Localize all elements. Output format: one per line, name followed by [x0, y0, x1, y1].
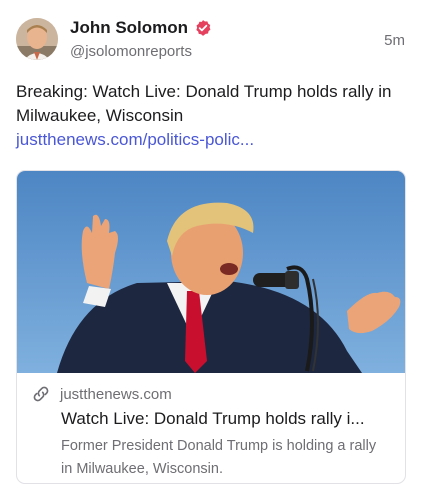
- post-body: Breaking: Watch Live: Donald Trump holds…: [16, 82, 392, 125]
- link-preview-body: justthenews.com Watch Live: Donald Trump…: [17, 373, 405, 481]
- link-preview-domain-row: justthenews.com: [31, 383, 391, 405]
- post-timestamp[interactable]: 5m: [384, 32, 405, 49]
- link-icon: [31, 384, 51, 404]
- link-preview-image: [17, 171, 405, 373]
- verified-badge-icon: [194, 19, 212, 37]
- link-preview-card[interactable]: justthenews.com Watch Live: Donald Trump…: [16, 170, 406, 484]
- post-text: Breaking: Watch Live: Donald Trump holds…: [16, 80, 393, 152]
- link-preview-title[interactable]: Watch Live: Donald Trump holds rally i..…: [31, 407, 391, 431]
- author-handle[interactable]: @jsolomonreports: [70, 43, 212, 60]
- author-block: John Solomon @jsolomonreports: [70, 16, 212, 60]
- post[interactable]: John Solomon @jsolomonreports 5m Breakin…: [0, 0, 423, 500]
- link-preview-description: Former President Donald Trump is holding…: [61, 438, 377, 477]
- link-preview-domain: justthenews.com: [60, 385, 172, 403]
- avatar[interactable]: [16, 18, 58, 60]
- post-link[interactable]: justthenews.com/politics-polic...: [16, 128, 393, 152]
- name-row: John Solomon: [70, 16, 212, 40]
- post-header: John Solomon @jsolomonreports 5m: [16, 16, 407, 66]
- author-name[interactable]: John Solomon: [70, 18, 188, 38]
